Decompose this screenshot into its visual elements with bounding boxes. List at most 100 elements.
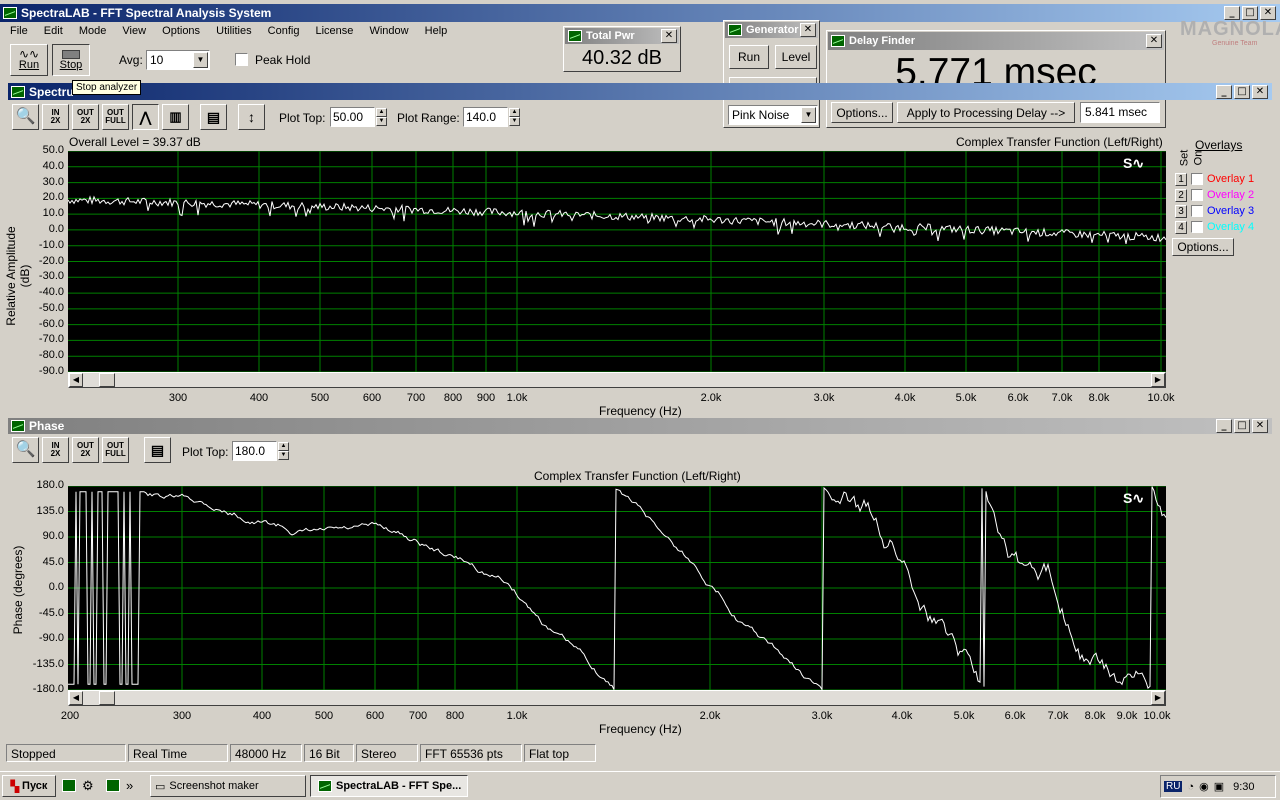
plot-top-label: Plot Top: xyxy=(279,111,326,125)
total-pwr-close-button[interactable]: ✕ xyxy=(661,29,677,43)
stop-icon xyxy=(62,49,80,59)
scroll-left-icon[interactable]: ◀ xyxy=(69,691,83,705)
overlay-label: Overlay 3 xyxy=(1207,205,1255,217)
ytick-label: -60.0 xyxy=(38,317,64,330)
plot-top-input[interactable]: 50.00 xyxy=(330,107,375,127)
phase-close-button[interactable]: ✕ xyxy=(1252,419,1268,433)
spectrum-scrollbar[interactable]: ◀ ▶ xyxy=(68,372,1166,388)
menu-config[interactable]: Config xyxy=(268,25,300,37)
phase-plot-top-input[interactable]: 180.0 xyxy=(232,441,277,461)
run-button[interactable]: ∿∿ Run xyxy=(10,44,48,76)
overlay-set-button[interactable]: 2 xyxy=(1175,189,1187,202)
stop-button[interactable]: Stop xyxy=(52,44,90,76)
spectrum-maximize-button[interactable]: □ xyxy=(1234,84,1250,99)
menu-options[interactable]: Options xyxy=(162,25,200,37)
generator-signal-select[interactable]: Pink Noise ▼ xyxy=(728,105,818,125)
generator-close-button[interactable]: ✕ xyxy=(800,23,816,37)
quicklaunch-spectralab-icon[interactable] xyxy=(62,779,76,792)
zoom-in-2x-icon[interactable]: IN 2X xyxy=(42,437,69,463)
overlay-set-button[interactable]: 1 xyxy=(1175,173,1187,186)
overlay-checkbox[interactable] xyxy=(1191,173,1203,185)
avg-select[interactable]: 10 ▼ xyxy=(146,50,210,70)
table-view-icon[interactable]: ▤ xyxy=(144,437,171,463)
zoom-out-full-icon[interactable]: OUT FULL xyxy=(102,104,129,130)
scroll-right-icon[interactable]: ▶ xyxy=(1151,691,1165,705)
overlay-checkbox[interactable] xyxy=(1191,221,1203,233)
quicklaunch-analyzer-icon[interactable] xyxy=(106,779,120,792)
language-indicator[interactable]: RU xyxy=(1164,781,1183,792)
volume-icon[interactable]: ◉ xyxy=(1199,780,1209,793)
generator-level-button[interactable]: Level xyxy=(775,45,817,69)
menu-edit[interactable]: Edit xyxy=(44,25,63,37)
plot-range-input[interactable]: 140.0 xyxy=(463,107,508,127)
phase-scrollbar[interactable]: ◀ ▶ xyxy=(68,690,1166,706)
xtick-label: 4.0k xyxy=(891,710,913,722)
phase-plot-top-label: Plot Top: xyxy=(182,445,229,459)
scroll-thumb[interactable] xyxy=(99,691,115,705)
smooth-sine-icon: S∿ xyxy=(1123,155,1145,171)
task-spectralab[interactable]: SpectraLAB - FFT Spe... xyxy=(310,775,468,797)
apply-processing-delay-button[interactable]: Apply to Processing Delay --> xyxy=(897,102,1075,123)
line-plot-icon[interactable]: ⋀ xyxy=(132,104,159,130)
menu-file[interactable]: File xyxy=(10,25,28,37)
xtick-label: 400 xyxy=(252,710,272,722)
xtick-label: 5.0k xyxy=(955,392,977,404)
zoom-icon[interactable]: 🔍 xyxy=(12,437,39,463)
zoom-icon[interactable]: 🔍 xyxy=(12,104,39,130)
plot-range-spinner[interactable]: ▲ ▼ xyxy=(509,108,520,126)
phase-minimize-button[interactable]: _ xyxy=(1216,419,1232,433)
app-icon xyxy=(11,420,25,432)
menu-window[interactable]: Window xyxy=(369,25,408,37)
scroll-thumb[interactable] xyxy=(99,373,115,387)
phase-plot-top-spinner[interactable]: ▲ ▼ xyxy=(278,442,289,460)
peak-hold-checkbox[interactable] xyxy=(235,53,248,66)
ytick-label: -10.0 xyxy=(38,238,64,251)
table-view-icon[interactable]: ▤ xyxy=(200,104,227,130)
bar-plot-icon[interactable]: ▥ xyxy=(162,104,189,130)
menu-utilities[interactable]: Utilities xyxy=(216,25,251,37)
delay-finder-window: Delay Finder ✕ 5.771 msec Options... App… xyxy=(826,30,1166,128)
scroll-left-icon[interactable]: ◀ xyxy=(69,373,83,387)
menu-view[interactable]: View xyxy=(122,25,146,37)
plot-top-spinner[interactable]: ▲ ▼ xyxy=(376,108,387,126)
menu-help[interactable]: Help xyxy=(425,25,448,37)
ytick-label: 180.0 xyxy=(36,479,64,491)
menu-mode[interactable]: Mode xyxy=(79,25,107,37)
zoom-out-2x-icon[interactable]: OUT 2X xyxy=(72,437,99,463)
ytick-label: 45.0 xyxy=(42,555,64,568)
xtick-label: 900 xyxy=(476,392,496,404)
delay-finder-close-button[interactable]: ✕ xyxy=(1146,34,1162,48)
overlay-options-button[interactable]: Options... xyxy=(1172,238,1234,256)
menu-license[interactable]: License xyxy=(316,25,354,37)
overlay-checkbox[interactable] xyxy=(1191,205,1203,217)
quicklaunch-arrow-icon[interactable]: » xyxy=(126,778,133,793)
autoscale-icon[interactable]: ↕ xyxy=(238,104,265,130)
quicklaunch-gear-icon[interactable]: ⚙ xyxy=(82,778,94,794)
overlay-set-button[interactable]: 4 xyxy=(1175,221,1187,234)
network-icon[interactable]: ▣ xyxy=(1214,780,1224,793)
spectrum-minimize-button[interactable]: _ xyxy=(1216,84,1232,99)
zoom-in-2x-icon[interactable]: IN 2X xyxy=(42,104,69,130)
ytick-label: 10.0 xyxy=(42,207,64,220)
generator-run-button[interactable]: Run xyxy=(729,45,769,69)
spectrum-plot[interactable] xyxy=(68,151,1166,372)
xtick-label: 400 xyxy=(249,392,269,404)
overlay-set-button[interactable]: 3 xyxy=(1175,205,1187,218)
help-icon[interactable]: ◔ xyxy=(1187,781,1194,793)
zoom-out-full-icon[interactable]: OUT FULL xyxy=(102,437,129,463)
scroll-right-icon[interactable]: ▶ xyxy=(1151,373,1165,387)
phase-maximize-button[interactable]: □ xyxy=(1234,419,1250,433)
app-icon xyxy=(728,24,742,36)
zoom-out-2x-icon[interactable]: OUT 2X xyxy=(72,104,99,130)
processing-delay-field[interactable]: 5.841 msec xyxy=(1080,102,1160,123)
xtick-label: 300 xyxy=(168,392,188,404)
spectrum-close-button[interactable]: ✕ xyxy=(1252,84,1268,99)
phase-plot[interactable] xyxy=(68,486,1166,690)
overlay-checkbox[interactable] xyxy=(1191,189,1203,201)
start-button[interactable]: ▚ Пуск xyxy=(2,775,56,797)
xtick-label: 3.0k xyxy=(813,392,835,404)
task-screenshot-maker[interactable]: ▭ Screenshot maker xyxy=(150,775,306,797)
delay-options-button[interactable]: Options... xyxy=(831,102,893,123)
xtick-label: 500 xyxy=(314,710,334,722)
phase-xlabel: Frequency (Hz) xyxy=(599,722,682,736)
